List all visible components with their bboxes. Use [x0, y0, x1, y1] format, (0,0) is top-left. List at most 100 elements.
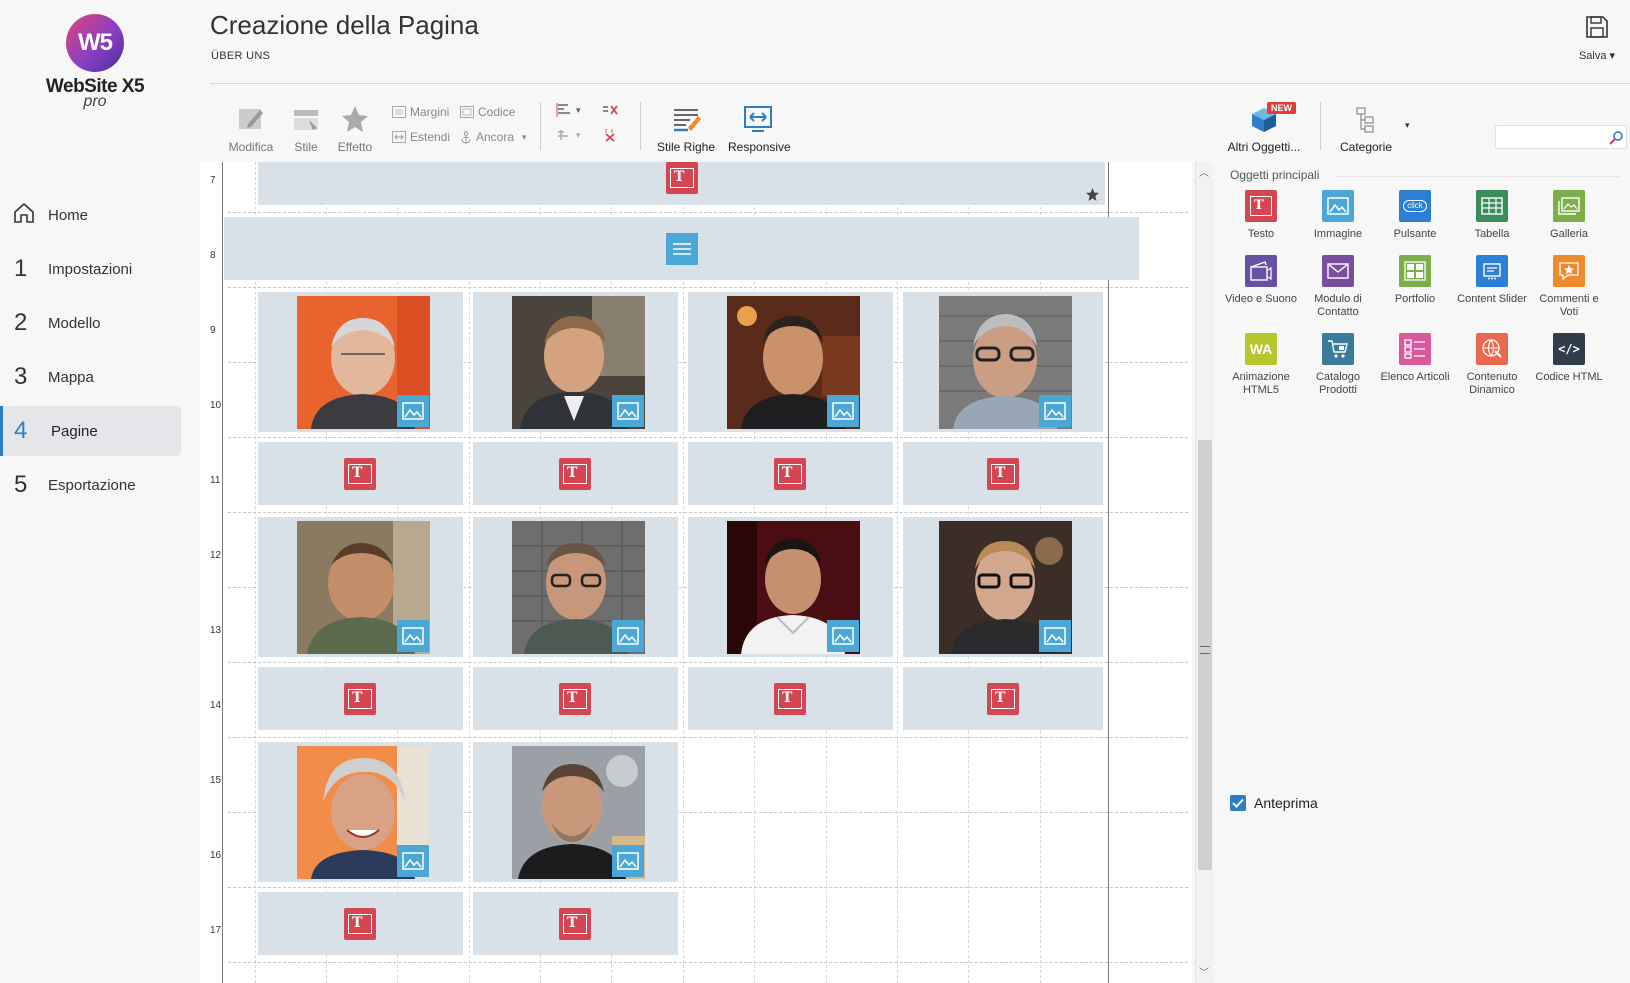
ancora-dropdown-icon[interactable]: ▾ — [522, 132, 527, 143]
text-object-block[interactable]: T — [473, 892, 678, 955]
object-content-slider[interactable]: Content Slider — [1454, 255, 1530, 306]
grid-row-line — [228, 887, 1188, 888]
row-style-icon — [674, 109, 701, 132]
text-object-block[interactable]: T — [258, 667, 463, 730]
extend-icon — [392, 131, 406, 143]
preview-checkbox[interactable]: Anteprima — [1230, 795, 1318, 811]
menu-icon — [666, 233, 698, 265]
object-catalogo-prodotti[interactable]: Catalogo Prodotti — [1300, 333, 1376, 397]
scroll-up-arrow[interactable]: ︿ — [1199, 164, 1209, 179]
categorie-button[interactable]: Categorie — [1336, 102, 1396, 154]
estendi-button[interactable]: Estendi — [392, 130, 450, 144]
align-icon — [556, 103, 570, 117]
effetto-button[interactable]: Effetto — [334, 102, 376, 154]
text-icon: T — [774, 458, 806, 490]
grid-row-line — [228, 662, 1188, 663]
nav-item-mappa[interactable]: 3 Mappa — [0, 352, 181, 402]
distribute-button[interactable]: ▾ — [556, 128, 581, 142]
delete-row-button[interactable] — [602, 103, 618, 117]
image-icon — [827, 395, 859, 427]
app-window: W5 WebSite X5 pro Home 1 Impostazioni 2 … — [0, 0, 1630, 983]
text-icon: T — [344, 908, 376, 940]
stile-righe-button[interactable]: Stile Righe — [656, 102, 716, 154]
grid-column-line — [255, 162, 256, 983]
text-object-block[interactable]: T — [903, 667, 1103, 730]
save-button[interactable]: Salva ▾ — [1572, 14, 1622, 62]
delete-column-button[interactable] — [602, 128, 618, 142]
scroll-thumb[interactable] — [1198, 440, 1212, 870]
object-tabella[interactable]: Tabella — [1454, 190, 1530, 241]
distribute-dropdown-icon: ▾ — [576, 129, 581, 140]
ancora-button[interactable]: Ancora ▾ — [460, 130, 527, 144]
save-icon — [1586, 16, 1608, 38]
object-portfolio[interactable]: Portfolio — [1377, 255, 1453, 306]
text-object-block[interactable]: T — [258, 162, 1105, 205]
search-icon[interactable] — [1608, 130, 1624, 146]
margini-button[interactable]: Margini — [392, 105, 449, 119]
modifica-button[interactable]: Modifica — [228, 102, 274, 154]
scroll-down-arrow[interactable]: ﹀ — [1199, 964, 1209, 979]
code-icon: </> — [1553, 333, 1585, 365]
margins-icon — [392, 106, 406, 118]
checkbox-checked-icon[interactable] — [1230, 795, 1246, 811]
menu-object-block[interactable] — [224, 217, 1139, 280]
object-immagine[interactable]: Immagine — [1300, 190, 1376, 241]
object-modulo-di-contatto[interactable]: Modulo di Contatto — [1300, 255, 1376, 319]
object-testo[interactable]: T Testo — [1223, 190, 1299, 241]
nav-item-home[interactable]: Home — [0, 190, 181, 240]
text-object-block[interactable]: T — [903, 442, 1103, 505]
nav-label: Esportazione — [48, 476, 136, 494]
edit-icon — [239, 109, 263, 129]
nav-item-impostazioni[interactable]: 1 Impostazioni — [0, 244, 181, 294]
object-search-input[interactable] — [1495, 125, 1627, 149]
grid-row-line — [228, 512, 1188, 513]
toolbar-separator — [540, 102, 541, 150]
save-label: Salva ▾ — [1578, 50, 1616, 62]
objects-panel: Oggetti principali T Testo Immagine clic… — [1220, 160, 1630, 983]
object-label: Animazione HTML5 — [1232, 371, 1290, 396]
codice-button[interactable]: Codice — [460, 105, 515, 119]
table-icon — [1476, 190, 1508, 222]
grid-column-line — [897, 162, 898, 983]
text-object-block[interactable]: T — [473, 442, 678, 505]
object-elenco-articoli[interactable]: Elenco Articoli — [1377, 333, 1453, 384]
object-animazione-html5[interactable]: WA Animazione HTML5 — [1223, 333, 1299, 397]
stile-button[interactable]: Stile — [290, 102, 322, 154]
nav-number: 4 — [14, 417, 28, 444]
responsive-button[interactable]: Responsive — [728, 102, 791, 154]
object-video-e-suono[interactable]: Video e Suono — [1223, 255, 1299, 306]
nav-item-pagine[interactable]: 4 Pagine — [0, 406, 181, 456]
page-grid-canvas[interactable]: 7 8 9 10 11 12 13 14 15 16 17 T T T T T … — [200, 162, 1192, 983]
image-icon — [612, 620, 644, 652]
text-icon: T — [344, 683, 376, 715]
nav-item-esportazione[interactable]: 5 Esportazione — [0, 460, 181, 510]
categorie-dropdown-icon[interactable]: ▾ — [1405, 120, 1410, 131]
text-object-block[interactable]: T — [688, 667, 893, 730]
text-object-block[interactable]: T — [473, 667, 678, 730]
text-object-block[interactable]: T — [258, 442, 463, 505]
object-pulsante[interactable]: click Pulsante — [1377, 190, 1453, 241]
nav-item-modello[interactable]: 2 Modello — [0, 298, 181, 348]
align-button[interactable]: ▾ — [556, 103, 581, 117]
search-field[interactable] — [1500, 126, 1606, 146]
object-label: Video e Suono — [1225, 293, 1297, 305]
grid-row-line — [228, 437, 1188, 438]
object-label: Modulo di Contatto — [1314, 293, 1362, 318]
list-icon — [1399, 333, 1431, 365]
altri-oggetti-button[interactable]: NEW Altri Oggetti... — [1225, 102, 1303, 154]
object-codice-html[interactable]: </> Codice HTML — [1531, 333, 1607, 384]
page-title: Creazione della Pagina — [210, 10, 479, 40]
toolbar-separator — [640, 102, 641, 150]
canvas-scrollbar[interactable]: ︿ ﹀ — [1195, 162, 1213, 983]
text-object-block[interactable]: T — [258, 892, 463, 955]
code-box-icon — [460, 106, 474, 118]
object-contenuto-dinamico[interactable]: Contenuto Dinamico — [1454, 333, 1530, 397]
delete-row-icon — [603, 105, 618, 115]
object-galleria[interactable]: Galleria — [1531, 190, 1607, 241]
text-object-block[interactable]: T — [688, 442, 893, 505]
portfolio-icon — [1399, 255, 1431, 287]
grid-column-line — [469, 162, 470, 983]
toolbar: Modifica Stile Effetto Margini Estendi C… — [210, 98, 1630, 158]
object-commenti-e-voti[interactable]: Commenti e Voti — [1531, 255, 1607, 319]
logo-mark: W5 — [66, 14, 124, 72]
